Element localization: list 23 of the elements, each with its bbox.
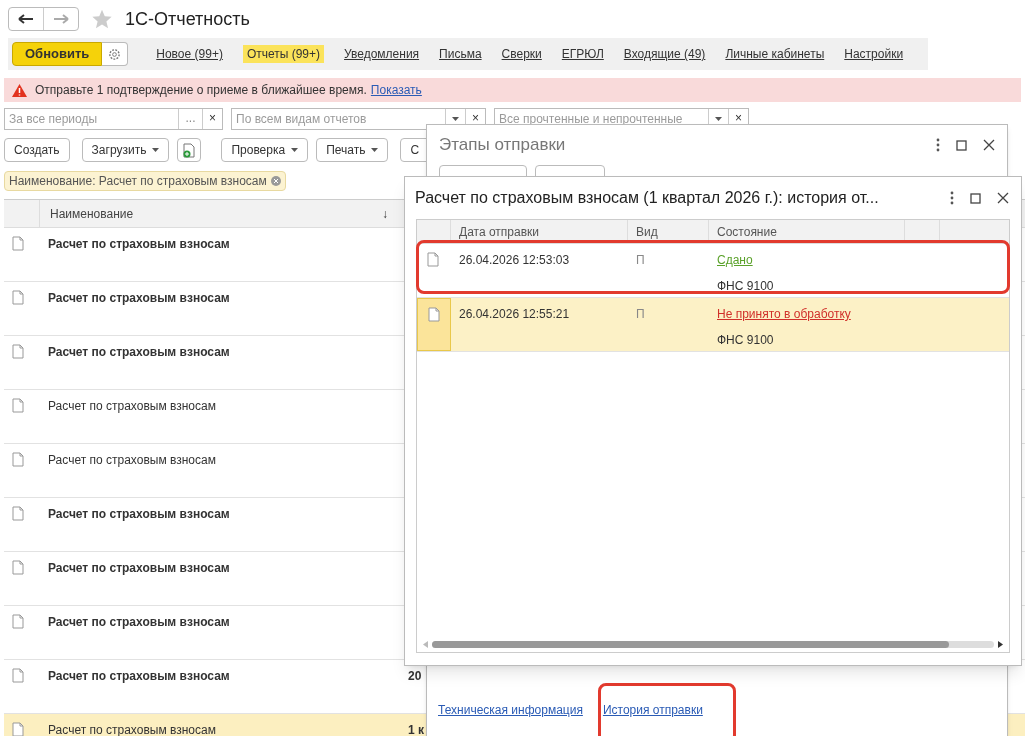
send-date: 26.04.2026 12:53:03	[458, 252, 571, 269]
report-name: Расчет по страховым взносам	[47, 452, 217, 469]
report-name: Расчет по страховым взносам	[47, 722, 217, 736]
authority-text: ФНС 9100	[716, 278, 775, 295]
send-date: 26.04.2026 12:55:21	[458, 306, 571, 323]
filter-tag-text: Наименование: Расчет по страховым взносам	[9, 173, 267, 190]
alert-text: Отправьте 1 подтверждение о приеме в ближайшее время.	[35, 82, 367, 99]
report-name: Расчет по страховым взносам	[47, 290, 231, 307]
authority-text: ФНС 9100	[716, 332, 775, 349]
report-name: Расчет по страховым взносам	[47, 560, 231, 577]
dialog-title: Этапы отправки	[439, 134, 566, 157]
report-name: Расчет по страховым взносам	[47, 236, 231, 253]
send-type: П	[635, 252, 646, 269]
report-name: Расчет по страховым взносам	[47, 398, 217, 415]
report-name: Расчет по страховым взносам	[47, 614, 231, 631]
send-type: П	[635, 306, 646, 323]
report-name: Расчет по страховым взносам	[47, 506, 231, 523]
report-name: Расчет по страховым взносам	[47, 668, 231, 685]
dialog-title: Расчет по страховым взносам (1 квартал 2026 г.): история от...	[415, 188, 879, 208]
report-name: Расчет по страховым взносам	[47, 344, 231, 361]
table-cell-text: 20	[407, 668, 422, 685]
window-title: 1С-Отчетность	[125, 7, 250, 31]
table-cell-text: 1 к	[407, 722, 424, 736]
